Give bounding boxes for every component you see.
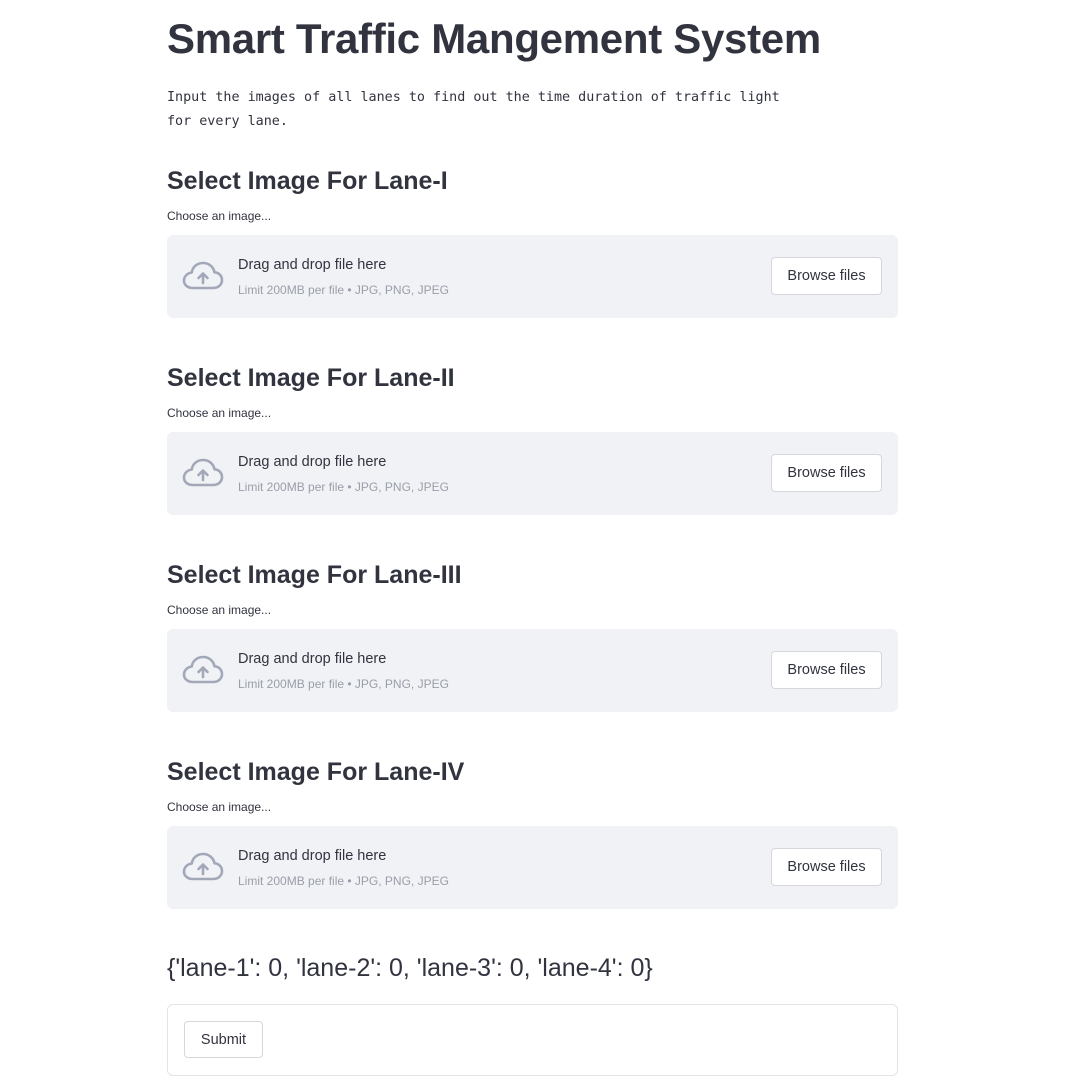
cloud-upload-icon (182, 655, 224, 684)
lane-3-file-dropzone[interactable]: Drag and drop file here Limit 200MB per … (167, 629, 898, 712)
lane-3-browse-files-button[interactable]: Browse files (771, 651, 882, 689)
lane-1-file-dropzone[interactable]: Drag and drop file here Limit 200MB per … (167, 235, 898, 318)
lane-1-browse-files-button[interactable]: Browse files (771, 257, 882, 295)
lane-timings-result: {'lane-1': 0, 'lane-2': 0, 'lane-3': 0, … (167, 954, 653, 982)
lane-4-section: Select Image For Lane-IV Choose an image… (167, 757, 898, 927)
lane-2-uploader-label: Choose an image... (167, 406, 272, 420)
dropzone-instruction: Drag and drop file here (238, 257, 387, 273)
dropzone-instruction: Drag and drop file here (238, 848, 387, 864)
lane-1-section: Select Image For Lane-I Choose an image.… (167, 166, 898, 336)
lane-1-heading: Select Image For Lane-I (167, 167, 448, 195)
lane-3-heading: Select Image For Lane-III (167, 561, 462, 589)
lane-3-section: Select Image For Lane-III Choose an imag… (167, 560, 898, 730)
lane-4-file-dropzone[interactable]: Drag and drop file here Limit 200MB per … (167, 826, 898, 909)
dropzone-instruction: Drag and drop file here (238, 454, 387, 470)
submit-form: Submit (167, 1004, 898, 1076)
cloud-upload-icon (182, 261, 224, 290)
lane-3-uploader-label: Choose an image... (167, 603, 272, 617)
app-page: Smart Traffic Mangement System Input the… (0, 0, 1080, 1080)
lane-4-browse-files-button[interactable]: Browse files (771, 848, 882, 886)
lane-4-uploader-label: Choose an image... (167, 800, 272, 814)
lane-4-heading: Select Image For Lane-IV (167, 758, 465, 786)
dropzone-limit-text: Limit 200MB per file • JPG, PNG, JPEG (238, 874, 449, 888)
lane-1-dropzone-text: Drag and drop file here Limit 200MB per … (238, 256, 449, 297)
page-title: Smart Traffic Mangement System (167, 15, 821, 62)
dropzone-limit-text: Limit 200MB per file • JPG, PNG, JPEG (238, 677, 449, 691)
lane-2-file-dropzone[interactable]: Drag and drop file here Limit 200MB per … (167, 432, 898, 515)
lane-2-browse-files-button[interactable]: Browse files (771, 454, 882, 492)
dropzone-instruction: Drag and drop file here (238, 651, 387, 667)
lane-3-dropzone-text: Drag and drop file here Limit 200MB per … (238, 650, 449, 691)
dropzone-limit-text: Limit 200MB per file • JPG, PNG, JPEG (238, 480, 449, 494)
lane-2-heading: Select Image For Lane-II (167, 364, 455, 392)
cloud-upload-icon (182, 458, 224, 487)
lane-2-section: Select Image For Lane-II Choose an image… (167, 363, 898, 533)
dropzone-limit-text: Limit 200MB per file • JPG, PNG, JPEG (238, 283, 449, 297)
lane-1-uploader-label: Choose an image... (167, 209, 272, 223)
lane-2-dropzone-text: Drag and drop file here Limit 200MB per … (238, 453, 449, 494)
page-description: Input the images of all lanes to find ou… (167, 90, 780, 129)
submit-button[interactable]: Submit (184, 1021, 263, 1058)
cloud-upload-icon (182, 852, 224, 881)
lane-4-dropzone-text: Drag and drop file here Limit 200MB per … (238, 847, 449, 888)
